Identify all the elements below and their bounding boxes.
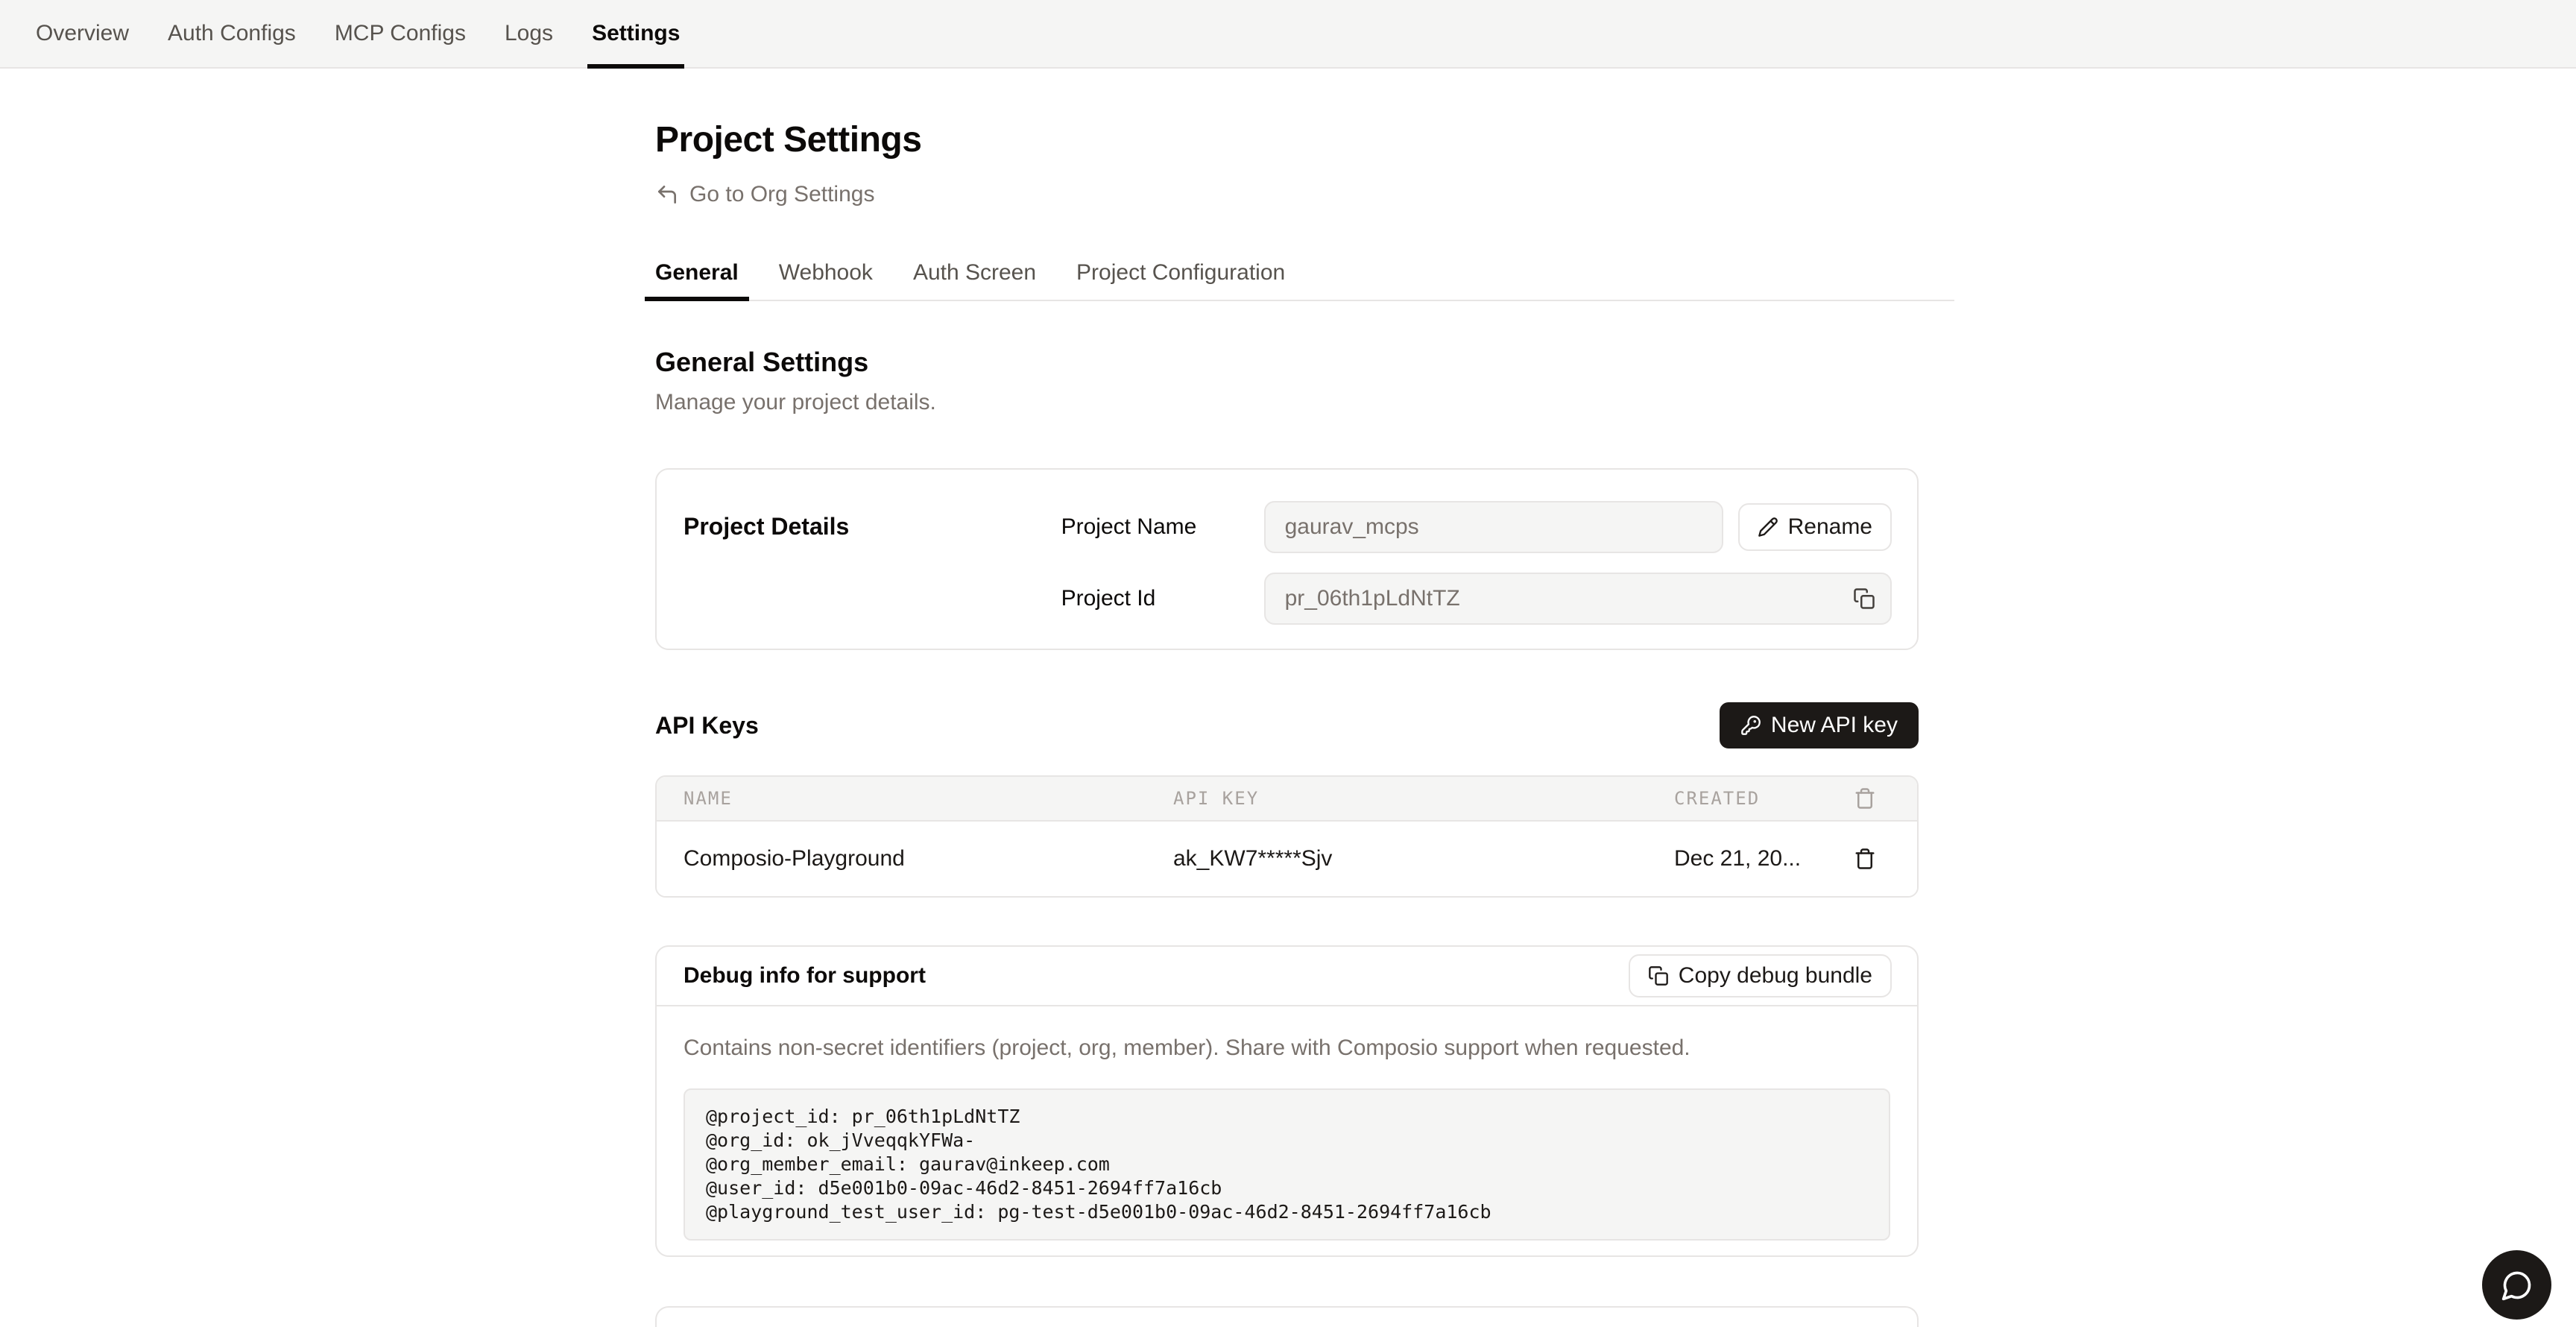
copy-icon — [1648, 965, 1669, 986]
copy-project-id-button[interactable] — [1853, 587, 1875, 610]
project-id-row: Project Id — [1061, 573, 1892, 625]
settings-tabs: General Webhook Auth Screen Project Conf… — [645, 259, 1954, 301]
general-settings-subheading: Manage your project details. — [655, 389, 1919, 416]
copy-debug-bundle-label: Copy debug bundle — [1679, 963, 1872, 989]
project-id-label: Project Id — [1061, 586, 1264, 611]
debug-info-card: Debug info for support Copy debug bundle… — [655, 945, 1919, 1257]
api-key-row: Composio-Playground ak_KW7*****Sjv Dec 2… — [657, 822, 1917, 896]
rename-button-label: Rename — [1788, 514, 1872, 540]
debug-card-header: Debug info for support Copy debug bundle — [657, 947, 1917, 1006]
debug-card-title: Debug info for support — [684, 963, 926, 989]
column-created: CREATED — [1674, 788, 1813, 809]
api-key-name: Composio-Playground — [657, 846, 1173, 871]
message-circle-icon — [2501, 1269, 2534, 1302]
copy-icon — [1853, 587, 1875, 610]
project-id-input-wrap — [1264, 573, 1892, 625]
bundle-line: @org_member_email: gaurav@inkeep.com — [706, 1153, 1868, 1176]
new-api-key-button-label: New API key — [1771, 713, 1898, 738]
tab-auth-screen[interactable]: Auth Screen — [903, 259, 1046, 300]
debug-card-body: Contains non-secret identifiers (project… — [657, 1006, 1917, 1255]
project-name-input[interactable] — [1264, 501, 1723, 553]
tab-webhook[interactable]: Webhook — [768, 259, 883, 300]
api-key-created: Dec 21, 20... — [1674, 846, 1813, 871]
corner-up-left-icon — [655, 183, 679, 207]
main-content: Project Settings Go to Org Settings Gene… — [655, 69, 1919, 1327]
nav-item-logs[interactable]: Logs — [500, 0, 558, 67]
column-delete — [1813, 787, 1917, 810]
chat-button[interactable] — [2482, 1250, 2551, 1320]
nav-item-auth-configs[interactable]: Auth Configs — [163, 0, 300, 67]
copy-debug-bundle-button[interactable]: Copy debug bundle — [1629, 954, 1892, 997]
nav-item-overview[interactable]: Overview — [31, 0, 133, 67]
column-name: NAME — [657, 788, 1173, 809]
api-keys-header: API Keys New API key — [655, 702, 1919, 748]
delete-api-key-button[interactable] — [1854, 848, 1876, 870]
api-key-value: ak_KW7*****Sjv — [1173, 846, 1674, 871]
debug-description: Contains non-secret identifiers (project… — [684, 1035, 1890, 1062]
new-api-key-button[interactable]: New API key — [1720, 702, 1919, 748]
rename-button[interactable]: Rename — [1738, 503, 1892, 551]
project-details-fields: Project Name Rename Project Id — [1061, 501, 1892, 625]
page-title: Project Settings — [655, 119, 1919, 161]
project-id-input[interactable] — [1264, 573, 1892, 625]
project-details-card: Project Details Project Name Rename Proj… — [655, 468, 1919, 650]
next-section-card — [655, 1306, 1919, 1327]
bundle-line: @playground_test_user_id: pg-test-d5e001… — [706, 1200, 1868, 1224]
bundle-line: @org_id: ok_jVveqqkYFWa- — [706, 1129, 1868, 1153]
tab-general[interactable]: General — [645, 259, 749, 300]
column-api-key: API KEY — [1173, 788, 1674, 809]
nav-item-settings[interactable]: Settings — [587, 0, 684, 67]
nav-item-mcp-configs[interactable]: MCP Configs — [330, 0, 470, 67]
api-keys-table: NAME API KEY CREATED Composio-Playground… — [655, 775, 1919, 898]
project-name-label: Project Name — [1061, 514, 1264, 540]
api-keys-title: API Keys — [655, 712, 759, 740]
trash-icon — [1854, 848, 1876, 870]
project-name-row: Project Name Rename — [1061, 501, 1892, 553]
api-keys-table-header: NAME API KEY CREATED — [657, 777, 1917, 822]
general-settings-heading: General Settings — [655, 346, 1919, 379]
bundle-line: @user_id: d5e001b0-09ac-46d2-8451-2694ff… — [706, 1176, 1868, 1200]
org-settings-link-label: Go to Org Settings — [689, 182, 874, 207]
top-nav: Overview Auth Configs MCP Configs Logs S… — [0, 0, 2576, 69]
tab-project-configuration[interactable]: Project Configuration — [1066, 259, 1295, 300]
key-icon — [1740, 715, 1761, 736]
project-details-title: Project Details — [684, 501, 1061, 625]
debug-bundle-code: @project_id: pr_06th1pLdNtTZ @org_id: ok… — [684, 1088, 1890, 1241]
bundle-line: @project_id: pr_06th1pLdNtTZ — [706, 1105, 1868, 1129]
org-settings-link[interactable]: Go to Org Settings — [655, 182, 874, 207]
trash-icon — [1854, 787, 1876, 810]
pencil-icon — [1758, 517, 1778, 538]
